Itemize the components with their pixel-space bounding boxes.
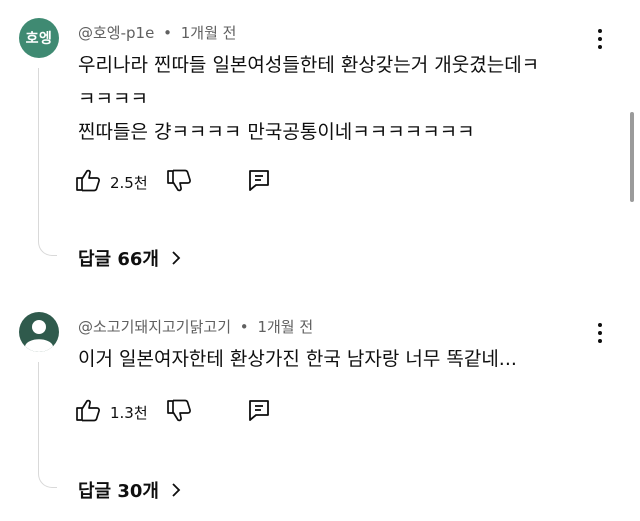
avatar-initials: 호엥 <box>25 31 53 47</box>
reply-icon[interactable] <box>247 398 271 422</box>
like-icon[interactable] <box>75 168 101 192</box>
meta-separator: • <box>163 24 172 42</box>
replies-label: 답글 66개 <box>78 249 159 270</box>
chevron-right-icon <box>171 250 181 266</box>
thread-line <box>38 362 57 488</box>
like-count: 2.5천 <box>110 174 148 192</box>
avatar[interactable] <box>19 312 59 352</box>
chevron-right-icon <box>171 482 181 498</box>
like-count: 1.3천 <box>110 404 148 422</box>
comment-text-line: 우리나라 찐따들 일본여성들한테 환상갖는거 개웃겼는데ㅋ <box>78 54 540 76</box>
comment-meta: @호엥-p1e • 1개월 전 <box>78 22 236 43</box>
author-name[interactable]: @소고기돼지고기닭고기 <box>78 318 231 336</box>
comment-text-line: 이거 일본여자한테 환상가진 한국 남자랑 너무 똑같네... <box>78 348 517 370</box>
more-vertical-icon[interactable] <box>590 322 610 344</box>
replies-label: 답글 30개 <box>78 481 159 502</box>
dislike-icon[interactable] <box>166 399 192 423</box>
author-name[interactable]: @호엥-p1e <box>78 24 154 42</box>
view-replies-button[interactable]: 답글 30개 <box>78 477 181 503</box>
avatar[interactable]: 호엥 <box>19 18 59 58</box>
thread-line <box>38 68 57 256</box>
scrollbar[interactable] <box>630 112 634 202</box>
comment-text-line: 찐따들은 걍ㅋㅋㅋㅋ 만국공통이네ㅋㅋㅋㅋㅋㅋㅋ <box>78 121 475 143</box>
default-avatar-icon <box>25 320 53 352</box>
like-icon[interactable] <box>75 398 101 422</box>
timestamp: 1개월 전 <box>257 318 314 336</box>
comment-text-line: ㅋㅋㅋㅋ <box>78 88 148 110</box>
timestamp: 1개월 전 <box>180 24 237 42</box>
view-replies-button[interactable]: 답글 66개 <box>78 245 181 271</box>
meta-separator: • <box>239 318 249 336</box>
dislike-icon[interactable] <box>166 169 192 193</box>
more-vertical-icon[interactable] <box>590 28 610 50</box>
reply-icon[interactable] <box>247 168 271 192</box>
comment-meta: @소고기돼지고기닭고기 • 1개월 전 <box>78 316 313 337</box>
